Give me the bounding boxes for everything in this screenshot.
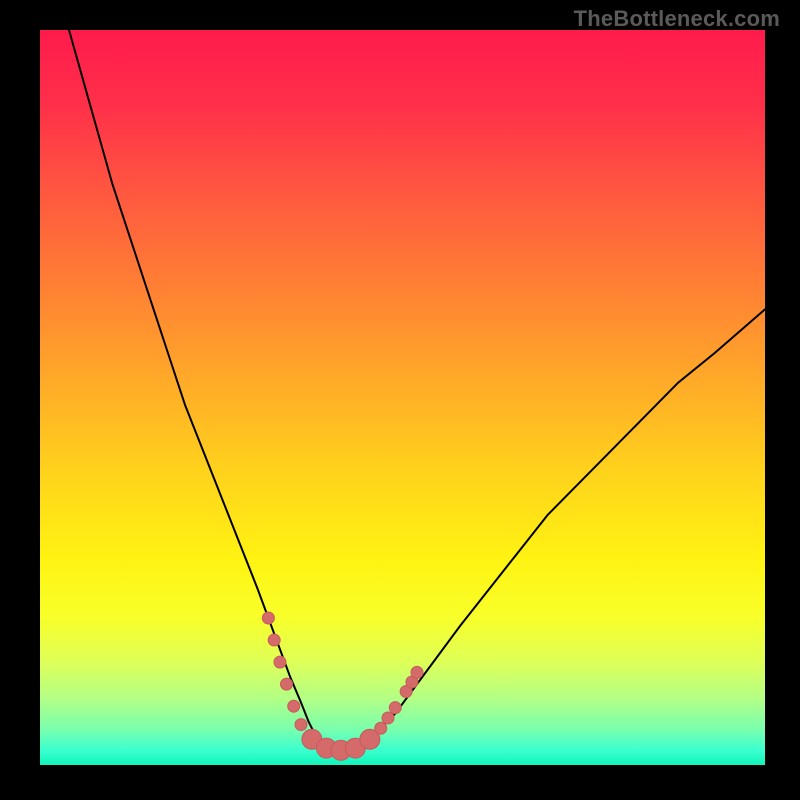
curve-marker <box>288 700 300 712</box>
curve-marker <box>382 712 394 724</box>
chart-plot-area <box>40 30 765 765</box>
curve-marker <box>262 612 274 624</box>
curve-marker <box>389 702 401 714</box>
watermark-text: TheBottleneck.com <box>574 6 780 32</box>
curve-marker <box>411 666 423 678</box>
curve-marker <box>281 678 293 690</box>
chart-svg <box>40 30 765 765</box>
chart-frame: TheBottleneck.com <box>0 0 800 800</box>
curve-marker <box>274 656 286 668</box>
curve-marker <box>375 722 387 734</box>
curve-marker <box>268 634 280 646</box>
curve-marker <box>295 719 307 731</box>
chart-background <box>40 30 765 765</box>
